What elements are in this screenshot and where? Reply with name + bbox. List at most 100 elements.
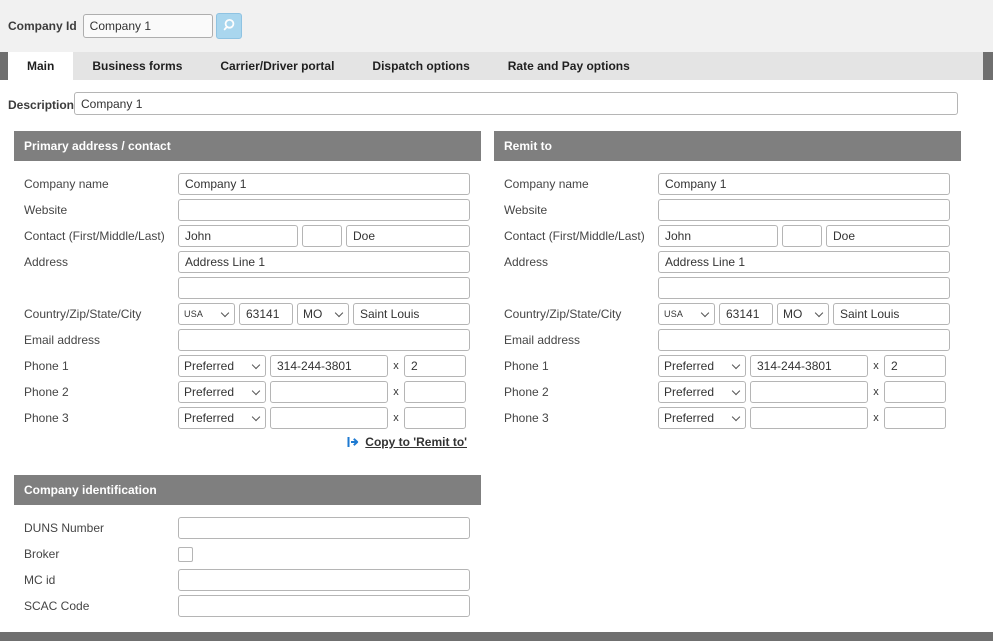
field-row: Address bbox=[24, 251, 471, 273]
field-row: Email address bbox=[504, 329, 951, 351]
phone1-type-value: Preferred bbox=[664, 359, 714, 373]
field-row bbox=[24, 277, 471, 299]
chevron-down-icon bbox=[221, 308, 229, 316]
contact-last-input[interactable] bbox=[346, 225, 470, 247]
scac-code-input[interactable] bbox=[178, 595, 470, 617]
mc-id-label: MC id bbox=[24, 573, 174, 587]
phone3-type-value: Preferred bbox=[664, 411, 714, 425]
country-select-value: USA bbox=[184, 309, 203, 319]
address-label: Address bbox=[24, 255, 174, 269]
phone3-label: Phone 3 bbox=[504, 411, 654, 425]
description-input[interactable] bbox=[74, 92, 958, 115]
zip-input[interactable] bbox=[719, 303, 773, 325]
phone1-type-select[interactable]: Preferred bbox=[178, 355, 266, 377]
field-row: MC id bbox=[24, 569, 471, 591]
contact-label: Contact (First/Middle/Last) bbox=[24, 229, 174, 243]
zip-input[interactable] bbox=[239, 303, 293, 325]
email-input[interactable] bbox=[658, 329, 950, 351]
field-row: SCAC Code bbox=[24, 595, 471, 617]
contact-first-input[interactable] bbox=[178, 225, 298, 247]
state-select[interactable]: MO bbox=[777, 303, 829, 325]
tab-strip: Main Business forms Carrier/Driver porta… bbox=[0, 52, 993, 80]
phone1-ext-input[interactable] bbox=[884, 355, 946, 377]
country-select[interactable]: USA bbox=[178, 303, 235, 325]
contact-middle-input[interactable] bbox=[782, 225, 822, 247]
email-label: Email address bbox=[504, 333, 654, 347]
lookup-icon bbox=[222, 18, 236, 35]
phone1-ext-separator: x bbox=[392, 360, 400, 372]
panel-title: Remit to bbox=[494, 131, 961, 161]
phone2-number-input[interactable] bbox=[750, 381, 868, 403]
state-select-value: MO bbox=[783, 307, 802, 321]
phone3-number-input[interactable] bbox=[270, 407, 388, 429]
website-input[interactable] bbox=[658, 199, 950, 221]
company-name-label: Company name bbox=[504, 177, 654, 191]
copy-to-remit-link[interactable]: Copy to 'Remit to' bbox=[365, 435, 467, 449]
phone2-ext-separator: x bbox=[872, 386, 880, 398]
phone1-type-select[interactable]: Preferred bbox=[658, 355, 746, 377]
tab-dispatch-options[interactable]: Dispatch options bbox=[353, 52, 488, 80]
bottom-bar bbox=[0, 632, 993, 641]
address-line2-input[interactable] bbox=[658, 277, 950, 299]
website-input[interactable] bbox=[178, 199, 470, 221]
phone3-type-select[interactable]: Preferred bbox=[658, 407, 746, 429]
phone3-ext-input[interactable] bbox=[404, 407, 466, 429]
company-id-label: Company Id bbox=[8, 19, 77, 33]
phone2-type-select[interactable]: Preferred bbox=[658, 381, 746, 403]
company-id-lookup-button[interactable] bbox=[216, 13, 242, 39]
broker-checkbox[interactable] bbox=[178, 547, 193, 562]
phone2-type-select[interactable]: Preferred bbox=[178, 381, 266, 403]
field-row: Email address bbox=[24, 329, 471, 351]
phone2-label: Phone 2 bbox=[504, 385, 654, 399]
state-select[interactable]: MO bbox=[297, 303, 349, 325]
contact-last-input[interactable] bbox=[826, 225, 950, 247]
duns-number-input[interactable] bbox=[178, 517, 470, 539]
phone1-number-input[interactable] bbox=[270, 355, 388, 377]
phone2-type-value: Preferred bbox=[184, 385, 234, 399]
email-input[interactable] bbox=[178, 329, 470, 351]
field-row: Phone 3 Preferred x bbox=[24, 407, 471, 429]
primary-address-panel: Primary address / contact Company name W… bbox=[14, 131, 481, 449]
tab-carrier-driver-portal[interactable]: Carrier/Driver portal bbox=[201, 52, 353, 80]
tab-rate-and-pay-options[interactable]: Rate and Pay options bbox=[489, 52, 649, 80]
chevron-down-icon bbox=[335, 308, 343, 316]
address-label: Address bbox=[504, 255, 654, 269]
phone3-type-select[interactable]: Preferred bbox=[178, 407, 266, 429]
company-name-label: Company name bbox=[24, 177, 174, 191]
phone1-ext-input[interactable] bbox=[404, 355, 466, 377]
field-row: Phone 1 Preferred x bbox=[504, 355, 951, 377]
phone2-ext-separator: x bbox=[392, 386, 400, 398]
chevron-down-icon bbox=[701, 308, 709, 316]
phone2-number-input[interactable] bbox=[270, 381, 388, 403]
phone2-ext-input[interactable] bbox=[884, 381, 946, 403]
remit-to-panel: Remit to Company name Website Contact (F… bbox=[494, 131, 961, 433]
company-id-input[interactable] bbox=[83, 14, 213, 38]
city-input[interactable] bbox=[833, 303, 950, 325]
location-label: Country/Zip/State/City bbox=[24, 307, 174, 321]
tab-main[interactable]: Main bbox=[8, 52, 73, 80]
contact-first-input[interactable] bbox=[658, 225, 778, 247]
city-input[interactable] bbox=[353, 303, 470, 325]
tab-business-forms[interactable]: Business forms bbox=[73, 52, 201, 80]
phone3-number-input[interactable] bbox=[750, 407, 868, 429]
field-row: Phone 2 Preferred x bbox=[24, 381, 471, 403]
duns-number-label: DUNS Number bbox=[24, 521, 174, 535]
phone1-number-input[interactable] bbox=[750, 355, 868, 377]
phone3-ext-input[interactable] bbox=[884, 407, 946, 429]
company-name-input[interactable] bbox=[178, 173, 470, 195]
contact-middle-input[interactable] bbox=[302, 225, 342, 247]
phone3-type-value: Preferred bbox=[184, 411, 234, 425]
mc-id-input[interactable] bbox=[178, 569, 470, 591]
country-select[interactable]: USA bbox=[658, 303, 715, 325]
panel-title: Primary address / contact bbox=[14, 131, 481, 161]
address-line1-input[interactable] bbox=[178, 251, 470, 273]
chevron-down-icon bbox=[732, 360, 740, 368]
phone2-label: Phone 2 bbox=[24, 385, 174, 399]
chevron-down-icon bbox=[252, 386, 260, 394]
phone3-ext-separator: x bbox=[872, 412, 880, 424]
field-row: Company name bbox=[504, 173, 951, 195]
phone2-ext-input[interactable] bbox=[404, 381, 466, 403]
company-name-input[interactable] bbox=[658, 173, 950, 195]
address-line2-input[interactable] bbox=[178, 277, 470, 299]
address-line1-input[interactable] bbox=[658, 251, 950, 273]
